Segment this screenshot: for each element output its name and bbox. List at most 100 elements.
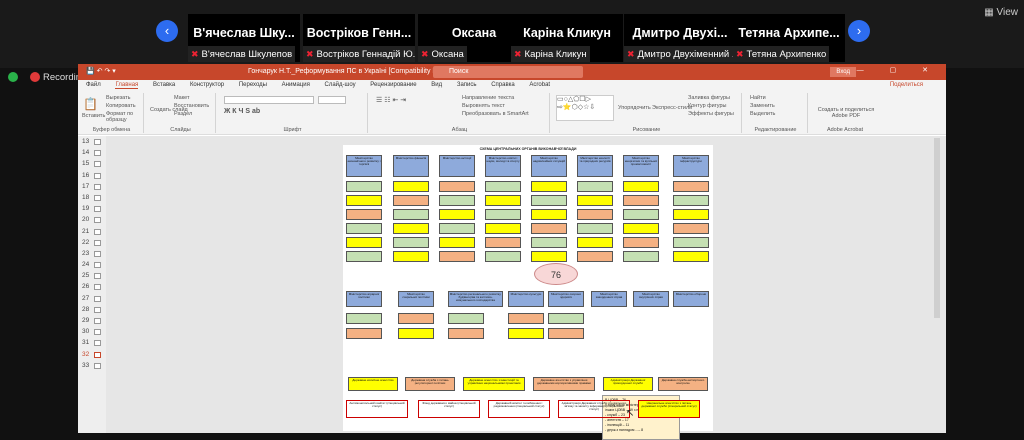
slide-thumbnail[interactable]: 28 bbox=[78, 304, 106, 315]
participant-tile[interactable]: В'ячеслав Шку... ✖ В'ячеслав Шкулепов bbox=[188, 14, 300, 62]
menu-transitions[interactable]: Переходы bbox=[239, 82, 267, 88]
search-box[interactable]: Поиск bbox=[433, 66, 583, 78]
login-button[interactable]: Вход bbox=[830, 67, 856, 77]
font-select[interactable] bbox=[224, 96, 314, 104]
slide-thumbnail[interactable]: 27 bbox=[78, 293, 106, 304]
shape-outline-button[interactable]: Контур фигуры bbox=[688, 103, 726, 109]
agency-box bbox=[346, 181, 382, 192]
paste-icon[interactable]: 📋 bbox=[83, 97, 98, 111]
smartart-button[interactable]: Преобразовать в SmartArt bbox=[462, 111, 529, 117]
slide-thumbnail[interactable]: 17 bbox=[78, 181, 106, 192]
agency-box bbox=[439, 209, 475, 220]
ministry-box: Міністерство соціальної політики bbox=[398, 291, 434, 307]
menu-insert[interactable]: Вставка bbox=[153, 82, 175, 88]
slide-thumbnail[interactable]: 14 bbox=[78, 147, 106, 158]
current-slide[interactable]: СХЕМА ЦЕНТРАЛЬНИХ ОРГАНІВ ВИКОНАВЧОЇ ВЛА… bbox=[343, 145, 713, 440]
slide-thumbnail[interactable]: 25 bbox=[78, 270, 106, 281]
text-direction-button[interactable]: Направление текста bbox=[462, 95, 514, 101]
participant-label: ✖ Каріна Кликун bbox=[511, 46, 590, 62]
thumbnail-icon bbox=[94, 194, 101, 201]
prev-participants-button[interactable]: ‹ bbox=[156, 20, 178, 42]
find-button[interactable]: Найти bbox=[750, 95, 766, 101]
shape-fill-button[interactable]: Заливка фигуры bbox=[688, 95, 730, 101]
security-shield-icon bbox=[8, 72, 18, 83]
slide-number: 23 bbox=[82, 249, 90, 257]
slide-thumbnail[interactable]: 13 bbox=[78, 136, 106, 147]
slide-number: 32 bbox=[82, 350, 90, 358]
slide-thumbnail[interactable]: 33 bbox=[78, 360, 106, 371]
list-icons[interactable]: ☰ ☷ ⇤ ⇥ bbox=[376, 96, 406, 104]
format-painter-button[interactable]: Формат по образцу bbox=[106, 111, 143, 123]
agency-box bbox=[439, 195, 475, 206]
slide-thumbnail[interactable]: 26 bbox=[78, 281, 106, 292]
bold-icon[interactable]: Ж К Ч S ab bbox=[224, 108, 260, 115]
slide-thumbnail[interactable]: 16 bbox=[78, 170, 106, 181]
menu-review[interactable]: Рецензирование bbox=[370, 82, 416, 88]
font-size-select[interactable] bbox=[318, 96, 346, 104]
group-label: Редактирование bbox=[754, 127, 797, 133]
menu-animations[interactable]: Анимация bbox=[282, 82, 310, 88]
shape-effects-button[interactable]: Эффекты фигуры bbox=[688, 111, 734, 117]
menu-view[interactable]: Вид bbox=[431, 82, 442, 88]
quick-styles-button[interactable]: Экспресс-стили bbox=[652, 105, 692, 111]
create-pdf-button[interactable]: Создать и поделиться Adobe PDF bbox=[814, 107, 878, 119]
menu-help[interactable]: Справка bbox=[491, 82, 515, 88]
thumbnail-icon bbox=[94, 228, 101, 235]
replace-button[interactable]: Заменить bbox=[750, 103, 775, 109]
mic-muted-icon: ✖ bbox=[306, 49, 314, 59]
agency-box bbox=[531, 195, 567, 206]
slide-thumbnail[interactable]: 29 bbox=[78, 315, 106, 326]
select-button[interactable]: Выделить bbox=[750, 111, 775, 117]
menu-slideshow[interactable]: Слайд-шоу bbox=[325, 82, 356, 88]
menu-file[interactable]: Файл bbox=[86, 82, 101, 88]
agency-box bbox=[577, 195, 613, 206]
agency-box bbox=[673, 209, 709, 220]
layout-button[interactable]: Макет bbox=[174, 95, 190, 101]
share-button[interactable]: Поделиться bbox=[890, 80, 923, 91]
slide-thumbnail[interactable]: 15 bbox=[78, 158, 106, 169]
agency-box bbox=[673, 195, 709, 206]
participant-name: Тетяна Архипе... bbox=[738, 26, 840, 40]
thumbnail-icon bbox=[94, 329, 101, 336]
menu-design[interactable]: Конструктор bbox=[190, 82, 224, 88]
shapes-gallery[interactable]: ▭○△⬠☐▷ ⇨⭐⬡◇☆⇩ bbox=[556, 95, 614, 121]
view-button[interactable]: ▦ View bbox=[984, 7, 1018, 18]
window-controls[interactable]: — ▢ ✕ bbox=[857, 66, 940, 74]
slide-thumbnail[interactable]: 22 bbox=[78, 237, 106, 248]
slide-thumbnail[interactable]: 21 bbox=[78, 226, 106, 237]
cut-button[interactable]: Вырезать bbox=[106, 95, 130, 101]
slide-thumbnail[interactable]: 23 bbox=[78, 248, 106, 259]
ministry-box: Міністерство екології та природних ресур… bbox=[577, 155, 613, 177]
quick-access-icons[interactable]: 💾 ↶ ↷ ▾ bbox=[86, 67, 116, 75]
agency-box bbox=[623, 251, 659, 262]
agency-box bbox=[531, 181, 567, 192]
ministry-box: Міністерство внутрішніх справ bbox=[633, 291, 669, 307]
ministry-box: Міністерство культури bbox=[508, 291, 544, 307]
next-participants-button[interactable]: › bbox=[848, 20, 870, 42]
slide-thumbnail[interactable]: 31 bbox=[78, 337, 106, 348]
agency-box bbox=[439, 223, 475, 234]
participant-tile[interactable]: Дмитро Двухі... ✖ Дмитро Двухіменний ... bbox=[624, 14, 736, 62]
menu-record[interactable]: Запись bbox=[457, 82, 477, 88]
menu-acrobat[interactable]: Acrobat bbox=[529, 82, 550, 88]
font-group: Ж К Ч S ab Шрифт bbox=[218, 93, 368, 133]
mouse-cursor-icon: ↖ bbox=[626, 408, 635, 419]
vertical-scrollbar[interactable] bbox=[934, 138, 940, 318]
slide-thumbnail[interactable]: 30 bbox=[78, 326, 106, 337]
ministry-box: Міністерство аграрної політики bbox=[346, 291, 382, 307]
section-button[interactable]: Раздел bbox=[174, 111, 192, 117]
participant-tile[interactable]: Тетяна Архипе... ✖ Тетяна Архипенко bbox=[733, 14, 845, 62]
slide-thumbnail[interactable]: 20 bbox=[78, 214, 106, 225]
slide-thumbnail[interactable]: 24 bbox=[78, 259, 106, 270]
arrange-button[interactable]: Упорядочить bbox=[618, 105, 651, 111]
participant-tile[interactable]: Каріна Кликун ✖ Каріна Кликун bbox=[511, 14, 623, 62]
participant-tile[interactable]: Востріков Генн... ✖ Востріков Геннадій Ю.… bbox=[303, 14, 415, 62]
slide-thumbnail[interactable]: 32 bbox=[78, 349, 106, 360]
reset-button[interactable]: Восстановить bbox=[174, 103, 209, 109]
align-text-button[interactable]: Выровнять текст bbox=[462, 103, 505, 109]
paste-button[interactable]: Вставить bbox=[82, 113, 105, 119]
menu-home[interactable]: Главная bbox=[115, 82, 139, 89]
copy-button[interactable]: Копировать bbox=[106, 103, 136, 109]
slide-thumbnail[interactable]: 19 bbox=[78, 203, 106, 214]
slide-thumbnail[interactable]: 18 bbox=[78, 192, 106, 203]
